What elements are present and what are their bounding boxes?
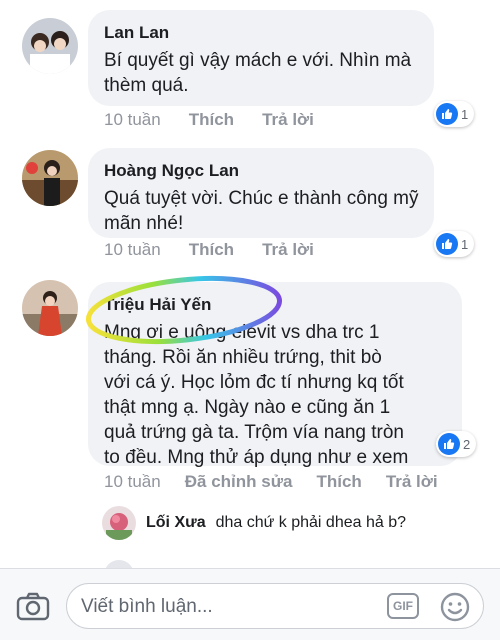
like-icon [438, 433, 460, 455]
like-icon [436, 233, 458, 255]
comment-text: Bí quyết gì vậy mách e với. Nhìn mà thèm… [104, 50, 412, 96]
reaction-count: 2 [463, 436, 471, 452]
reply-text: dha chứ k phải dhea hả b? [215, 514, 407, 531]
edited-label[interactable]: Đã chỉnh sửa [185, 472, 293, 492]
like-button[interactable]: Thích [189, 240, 234, 260]
comment-bubble: Triệu Hải Yến Mng ơi e uông elevit vs dh… [88, 282, 462, 468]
comment-bubble: Hoàng Ngọc Lan Quá tuyệt vời. Chúc e thà… [88, 148, 434, 238]
reaction-badge[interactable]: 2 [436, 431, 477, 457]
comment-actions: 10 tuần Thích Trả lời [104, 110, 314, 130]
avatar[interactable] [22, 280, 78, 336]
camera-icon[interactable] [16, 591, 50, 621]
reaction-count: 1 [461, 236, 469, 252]
reaction-badge[interactable]: 1 [434, 231, 475, 257]
comment-time[interactable]: 10 tuần [104, 240, 161, 260]
avatar[interactable] [22, 150, 78, 206]
comment-author[interactable]: Lan Lan [104, 22, 418, 44]
comment-author[interactable]: Triệu Hải Yến [104, 294, 446, 316]
comment-time[interactable]: 10 tuần [104, 472, 161, 492]
comment-input[interactable]: Viết bình luận... GIF [66, 583, 484, 629]
comment-text: Mng ơi e uông elevit vs dha trc 1 tháng.… [104, 322, 409, 468]
reply-button[interactable]: Trả lời [262, 240, 314, 260]
like-button[interactable]: Thích [189, 110, 234, 130]
like-icon [436, 103, 458, 125]
reply-button[interactable]: Trả lời [386, 472, 438, 492]
gif-icon[interactable]: GIF [387, 593, 419, 619]
reaction-badge[interactable]: 1 [434, 101, 475, 127]
reply-author[interactable]: Lối Xưa [146, 514, 206, 532]
reply-button[interactable]: Trả lời [262, 110, 314, 130]
comment-time[interactable]: 10 tuần [104, 110, 161, 130]
comment-actions: 10 tuần Đã chỉnh sửa Thích Trả lời [104, 472, 438, 492]
smiley-icon[interactable] [439, 591, 471, 623]
like-button[interactable]: Thích [316, 472, 361, 492]
comment-composer: Viết bình luận... GIF [0, 568, 500, 640]
comment-actions: 10 tuần Thích Trả lời [104, 240, 314, 260]
avatar[interactable] [102, 506, 136, 540]
comment-author[interactable]: Hoàng Ngọc Lan [104, 160, 418, 182]
avatar[interactable] [22, 18, 78, 74]
comment-bubble: Lan Lan Bí quyết gì vậy mách e với. Nhìn… [88, 10, 434, 106]
reply-item: Lối Xưa dha chứ k phải dhea hả b? [102, 506, 406, 540]
comment-placeholder: Viết bình luận... [81, 596, 213, 617]
comment-text: Quá tuyệt vời. Chúc e thành công mỹ mãn … [104, 188, 419, 234]
reaction-count: 1 [461, 106, 469, 122]
